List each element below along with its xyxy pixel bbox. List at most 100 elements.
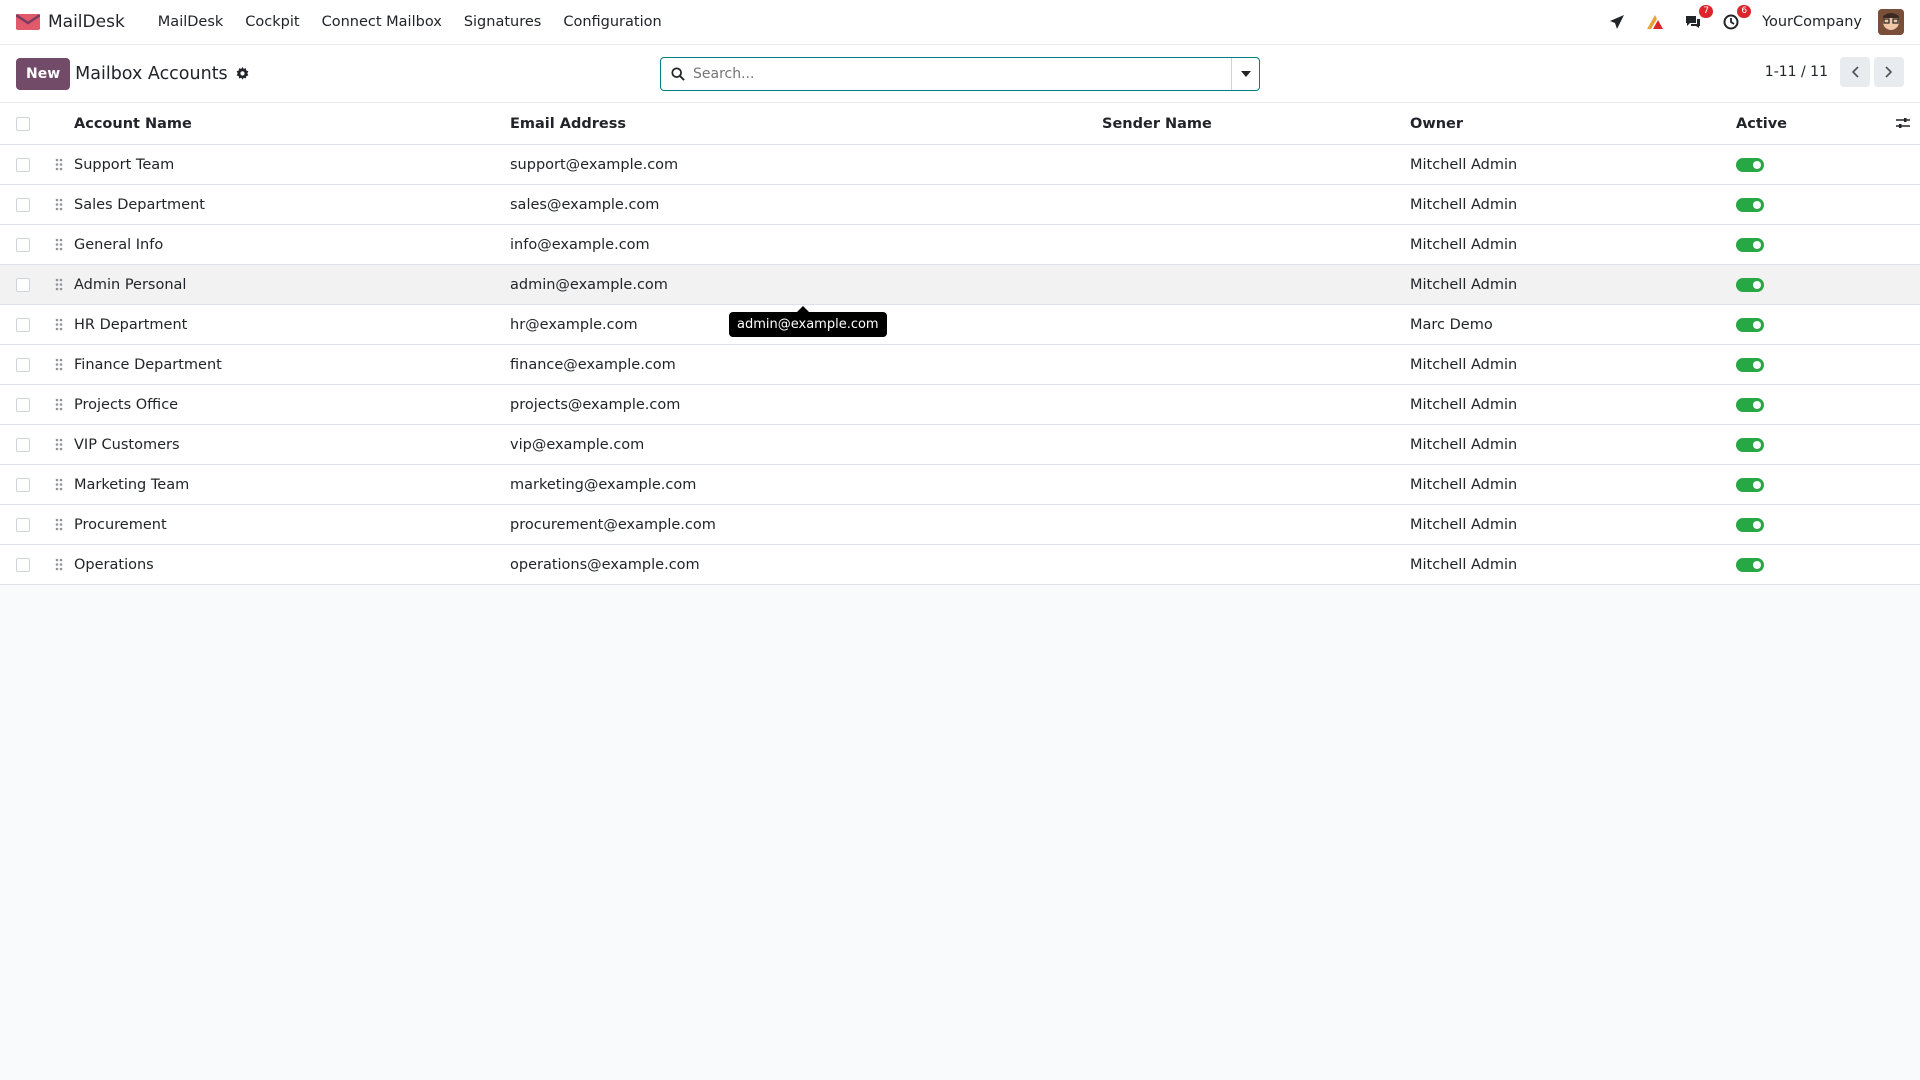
cell-email-address[interactable]: procurement@example.com	[510, 517, 1102, 533]
cell-owner[interactable]: Mitchell Admin	[1410, 237, 1736, 253]
menu-item-cockpit[interactable]: Cockpit	[234, 14, 310, 30]
table-row[interactable]: Operations operations@example.com Mitchell…	[0, 545, 1920, 585]
cell-email-address[interactable]: sales@example.com	[510, 197, 1102, 213]
cell-account-name[interactable]: Projects Office	[74, 397, 510, 413]
drag-handle-icon[interactable]	[44, 558, 74, 571]
pager-previous-button[interactable]	[1840, 57, 1870, 87]
pager-value[interactable]: 1-11 / 11	[1765, 64, 1828, 80]
row-checkbox[interactable]	[16, 317, 30, 332]
row-checkbox[interactable]	[16, 477, 30, 492]
app-icon[interactable]	[1644, 11, 1666, 33]
cell-email-address[interactable]: vip@example.com	[510, 437, 1102, 453]
menu-item-signatures[interactable]: Signatures	[453, 14, 553, 30]
cell-owner[interactable]: Mitchell Admin	[1410, 197, 1736, 213]
row-checkbox[interactable]	[16, 357, 30, 372]
active-toggle[interactable]	[1736, 357, 1764, 372]
row-checkbox[interactable]	[16, 197, 30, 212]
active-toggle[interactable]	[1736, 477, 1764, 492]
search-input[interactable]	[693, 59, 1231, 89]
column-header-email-address[interactable]: Email Address	[510, 116, 1102, 132]
cell-owner[interactable]: Mitchell Admin	[1410, 277, 1736, 293]
active-toggle[interactable]	[1736, 557, 1764, 572]
cell-account-name[interactable]: HR Department	[74, 317, 510, 333]
active-toggle[interactable]	[1736, 517, 1764, 532]
cell-account-name[interactable]: Marketing Team	[74, 477, 510, 493]
cell-owner[interactable]: Mitchell Admin	[1410, 357, 1736, 373]
table-row[interactable]: Sales Department sales@example.com Mitchel…	[0, 185, 1920, 225]
search-options-toggle[interactable]	[1231, 58, 1259, 90]
messages-icon[interactable]: 7	[1682, 5, 1714, 33]
cell-email-address[interactable]: finance@example.com	[510, 357, 1102, 373]
row-checkbox[interactable]	[16, 397, 30, 412]
cell-email-address[interactable]: admin@example.com	[510, 277, 1102, 293]
cell-email-address[interactable]: operations@example.com	[510, 557, 1102, 573]
drag-handle-icon[interactable]	[44, 198, 74, 211]
drag-handle-icon[interactable]	[44, 158, 74, 171]
activities-clock-icon[interactable]: 6	[1720, 5, 1752, 33]
gear-icon[interactable]	[236, 67, 249, 80]
cell-owner[interactable]: Mitchell Admin	[1410, 437, 1736, 453]
cell-email-address[interactable]: support@example.com	[510, 157, 1102, 173]
drag-handle-icon[interactable]	[44, 518, 74, 531]
table-row[interactable]: Admin Personal admin@example.com Mitchell …	[0, 265, 1920, 305]
cell-owner[interactable]: Mitchell Admin	[1410, 477, 1736, 493]
table-row[interactable]: General Info info@example.com Mitchell Adm…	[0, 225, 1920, 265]
menu-item-connect-mailbox[interactable]: Connect Mailbox	[311, 14, 453, 30]
row-checkbox[interactable]	[16, 237, 30, 252]
cell-account-name[interactable]: VIP Customers	[74, 437, 510, 453]
cell-owner[interactable]: Mitchell Admin	[1410, 397, 1736, 413]
cell-account-name[interactable]: Procurement	[74, 517, 510, 533]
drag-handle-icon[interactable]	[44, 238, 74, 251]
column-header-sender-name[interactable]: Sender Name	[1102, 116, 1410, 132]
menu-item-configuration[interactable]: Configuration	[552, 14, 672, 30]
column-header-account-name[interactable]: Account Name	[74, 116, 510, 132]
cell-account-name[interactable]: General Info	[74, 237, 510, 253]
drag-handle-icon[interactable]	[44, 358, 74, 371]
cell-account-name[interactable]: Sales Department	[74, 197, 510, 213]
active-toggle[interactable]	[1736, 437, 1764, 452]
active-toggle[interactable]	[1736, 237, 1764, 252]
column-header-owner[interactable]: Owner	[1410, 116, 1736, 132]
cell-account-name[interactable]: Support Team	[74, 157, 510, 173]
cell-email-address[interactable]: projects@example.com	[510, 397, 1102, 413]
cell-owner[interactable]: Marc Demo	[1410, 317, 1736, 333]
drag-handle-icon[interactable]	[44, 318, 74, 331]
select-all-checkbox[interactable]	[16, 116, 30, 131]
drag-handle-icon[interactable]	[44, 398, 74, 411]
brand[interactable]: MailDesk	[16, 12, 125, 32]
row-checkbox[interactable]	[16, 277, 30, 292]
cell-account-name[interactable]: Finance Department	[74, 357, 510, 373]
cell-email-address[interactable]: info@example.com	[510, 237, 1102, 253]
row-checkbox[interactable]	[16, 517, 30, 532]
table-row[interactable]: Marketing Team marketing@example.com Mitch…	[0, 465, 1920, 505]
cell-account-name[interactable]: Admin Personal	[74, 277, 510, 293]
row-checkbox[interactable]	[16, 437, 30, 452]
cell-owner[interactable]: Mitchell Admin	[1410, 517, 1736, 533]
table-row[interactable]: Procurement procurement@example.com Mitche…	[0, 505, 1920, 545]
column-header-active[interactable]: Active	[1736, 116, 1876, 132]
active-toggle[interactable]	[1736, 317, 1764, 332]
row-checkbox[interactable]	[16, 557, 30, 572]
drag-handle-icon[interactable]	[44, 438, 74, 451]
menu-item-maildesk[interactable]: MailDesk	[147, 14, 235, 30]
table-row[interactable]: HR Department hr@example.com Marc Demo	[0, 305, 1920, 345]
active-toggle[interactable]	[1736, 157, 1764, 172]
active-toggle[interactable]	[1736, 397, 1764, 412]
table-row[interactable]: Support Team support@example.com Mitchell …	[0, 145, 1920, 185]
new-button[interactable]: New	[16, 57, 71, 90]
table-row[interactable]: VIP Customers vip@example.com Mitchell Adm…	[0, 425, 1920, 465]
active-toggle[interactable]	[1736, 277, 1764, 292]
cell-owner[interactable]: Mitchell Admin	[1410, 557, 1736, 573]
table-row[interactable]: Projects Office projects@example.com Mitch…	[0, 385, 1920, 425]
cell-account-name[interactable]: Operations	[74, 557, 510, 573]
drag-handle-icon[interactable]	[44, 478, 74, 491]
optional-columns-icon[interactable]	[1896, 116, 1910, 134]
send-icon[interactable]	[1606, 11, 1628, 33]
table-row[interactable]: Finance Department finance@example.com Mit…	[0, 345, 1920, 385]
drag-handle-icon[interactable]	[44, 278, 74, 291]
user-avatar[interactable]	[1878, 9, 1904, 35]
pager-next-button[interactable]	[1874, 57, 1904, 87]
company-switcher[interactable]: YourCompany	[1762, 14, 1862, 30]
row-checkbox[interactable]	[16, 157, 30, 172]
cell-email-address[interactable]: marketing@example.com	[510, 477, 1102, 493]
